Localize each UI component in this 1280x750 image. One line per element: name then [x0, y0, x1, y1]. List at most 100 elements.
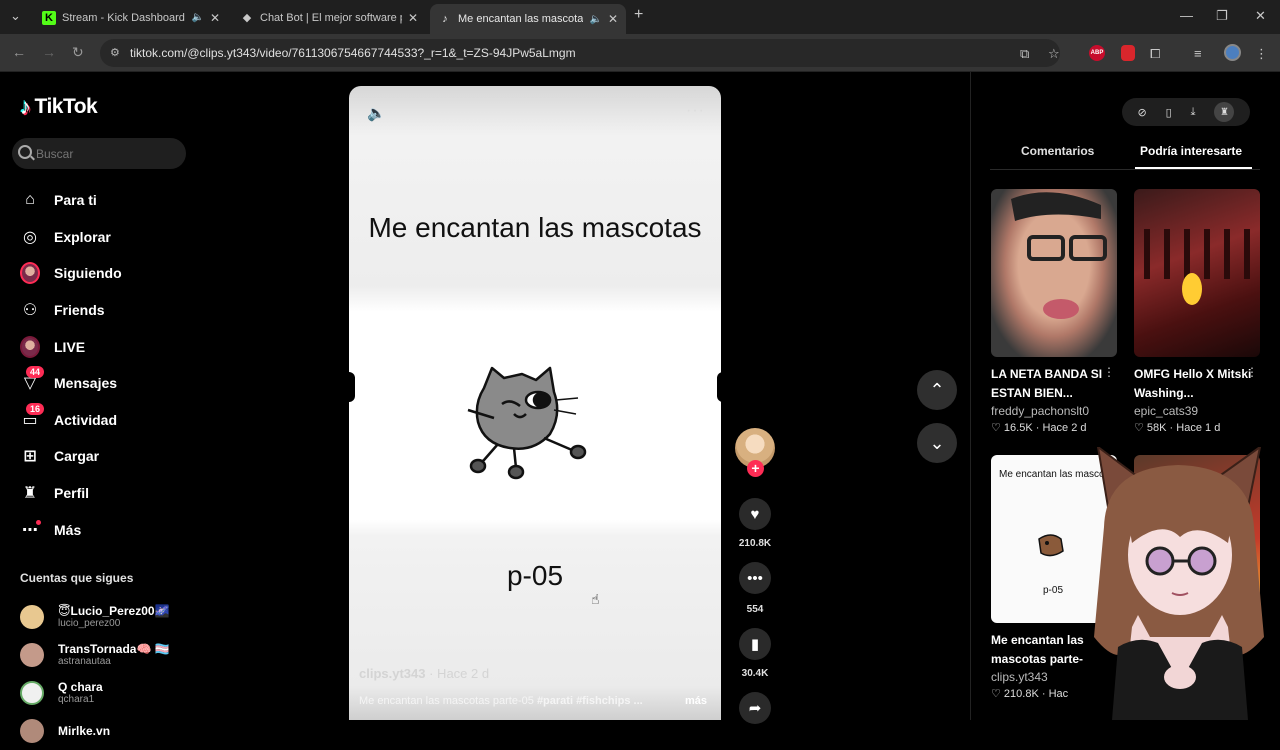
card-likes: 210.8K — [1003, 688, 1039, 700]
upload-icon: ⊞ — [23, 448, 37, 466]
heart-icon: ♥ — [750, 505, 760, 523]
comment-button[interactable]: ••• — [739, 562, 771, 594]
browser-menu-icon[interactable]: ⋮ — [1255, 46, 1268, 62]
browser-tab-kick[interactable]: K Stream - Kick Dashboard 🔈 ✕ — [34, 5, 228, 30]
nav-item-para-ti[interactable]: ⌂ Para ti — [16, 182, 196, 219]
nav-item-actividad[interactable]: ▭ 16 Actividad — [16, 402, 196, 439]
site-info-icon[interactable]: ⚙ — [110, 46, 120, 59]
browser-tab-tiktok[interactable]: ♪ Me encantan las mascotas | 🔈 ✕ — [430, 4, 626, 34]
previous-video-button[interactable]: ⌃ — [917, 370, 957, 410]
description-hashtags[interactable]: #parati #fishchips ... — [537, 695, 643, 707]
speaker-icon[interactable]: 🔈 — [589, 14, 601, 25]
right-toolbar: ⊘ ▯ ⤓ ♜ — [1122, 98, 1250, 126]
following-account[interactable]: 😇Lucio_Perez00🌌 lucio_perez00 — [20, 598, 200, 636]
nav-item-mensajes[interactable]: ▽ 44 Mensajes — [16, 365, 196, 402]
maximize-button[interactable]: ❐ — [1216, 8, 1228, 24]
live-avatar — [20, 335, 40, 358]
comment-count: 554 — [746, 604, 764, 615]
like-button[interactable]: ♥ — [739, 498, 771, 530]
follow-plus-icon[interactable]: + — [747, 460, 764, 477]
media-control-icon[interactable]: ≡ — [1194, 46, 1202, 61]
adblock-extension-icon[interactable]: ABP — [1089, 45, 1105, 61]
search-input[interactable] — [36, 146, 176, 161]
save-button[interactable]: ▮ — [739, 628, 771, 660]
heart-icon: ♡ — [991, 688, 1004, 700]
nav-item-perfil[interactable]: ♜ Perfil — [16, 475, 196, 512]
tab-search-button[interactable]: ⌄ — [10, 8, 21, 24]
bookmark-star-icon[interactable]: ☆ — [1048, 46, 1060, 62]
activity-badge: 16 — [26, 402, 45, 415]
compass-icon: ◎ — [23, 228, 37, 246]
card-more-icon[interactable]: ⋮ — [1246, 365, 1258, 379]
following-account[interactable]: TransTornada🧠 🏳️‍⚧️ astranautaa — [20, 636, 200, 674]
account-avatar — [20, 643, 44, 667]
install-app-icon[interactable]: ⧉ — [1020, 46, 1029, 62]
video-more-options-icon[interactable]: ··· — [686, 102, 705, 120]
chevron-down-icon: ⌄ — [929, 432, 945, 453]
nav-item-explorar[interactable]: ◎ Explorar — [16, 219, 196, 256]
tiktok-logo[interactable]: ♪ TikTok — [20, 94, 98, 120]
coins-icon[interactable]: ⊘ — [1137, 106, 1146, 119]
nav-item-live[interactable]: LIVE — [16, 328, 196, 365]
tab-title: Chat Bot | El mejor software pa — [260, 11, 402, 24]
video-player[interactable]: 🔈 ··· Me encantan las mascotas p-05 clip… — [349, 86, 721, 720]
thumb-code: p-05 — [1043, 585, 1064, 596]
close-tab-icon[interactable]: ✕ — [210, 11, 220, 25]
search-box[interactable] — [12, 138, 186, 169]
following-account[interactable]: Q chara qchara1 — [20, 674, 200, 712]
back-arrow-icon[interactable]: ← — [12, 44, 26, 60]
new-tab-button[interactable]: + — [634, 6, 643, 24]
account-avatar — [20, 719, 44, 743]
speaker-icon[interactable]: 🔈 — [191, 12, 203, 23]
card-likes: 16.5K — [1003, 422, 1033, 434]
nav-item-friends[interactable]: ⚇ Friends — [16, 292, 196, 329]
active-tab-indicator — [1135, 167, 1252, 169]
account-avatar — [20, 605, 44, 629]
volume-icon[interactable]: 🔈 — [367, 104, 386, 122]
video-thumbnail[interactable] — [1134, 189, 1260, 357]
download-icon[interactable]: ⤓ — [1191, 106, 1196, 119]
search-icon — [18, 145, 32, 159]
nav-item-cargar[interactable]: ⊞ Cargar — [16, 438, 196, 475]
forward-arrow-icon[interactable]: → — [42, 44, 56, 60]
device-icon[interactable]: ▯ — [1166, 106, 1172, 119]
tiktok-logo-icon: ♪ — [20, 94, 31, 119]
next-video-button[interactable]: ⌄ — [917, 423, 957, 463]
following-account[interactable]: Mirlke.vn — [20, 712, 200, 750]
card-age: Hace 2 d — [1042, 422, 1087, 434]
friends-icon: ⚇ — [22, 302, 38, 320]
minimize-button[interactable]: — — [1180, 8, 1193, 23]
video-description: Me encantan las mascotas parte-05 #parat… — [359, 695, 689, 707]
glasses-face-thumbnail — [1011, 192, 1107, 319]
close-tab-icon[interactable]: ✕ — [408, 11, 418, 25]
url-text: tiktok.com/@clips.yt343/video/7611306754… — [130, 46, 576, 60]
nav-item-mas[interactable]: ⋯ Más — [16, 511, 196, 548]
share-button[interactable]: ➦ — [739, 692, 771, 724]
user-avatar[interactable]: ♜ — [1214, 102, 1235, 122]
tab-title: Me encantan las mascotas | — [458, 13, 584, 25]
extension-icon[interactable] — [1121, 45, 1135, 61]
nav-item-siguiendo[interactable]: Siguiendo — [16, 255, 196, 292]
notification-dot — [36, 520, 41, 526]
close-tab-icon[interactable]: ✕ — [608, 12, 618, 26]
save-count: 30.4K — [741, 668, 769, 679]
tab-comentarios[interactable]: Comentarios — [1021, 144, 1094, 158]
recommended-video-card[interactable]: OMFG Hello X Mitski Washing... ⋮ epic_ca… — [1134, 189, 1260, 434]
reload-icon[interactable]: ↻ — [72, 44, 84, 61]
recommended-video-card[interactable]: LA NETA BANDA SI ESTAN BIEN... ⋮ freddy_… — [991, 189, 1117, 434]
video-author[interactable]: clips.yt343 · Hace 2 d — [359, 666, 489, 681]
card-username: epic_cats39 — [1134, 404, 1199, 418]
tiktok-page: ♪ TikTok ⌂ Para ti ◎ Explorar Siguiendo … — [0, 72, 1280, 743]
vtuber-avatar-overlay — [1094, 447, 1264, 720]
url-field[interactable]: ⚙ tiktok.com/@clips.yt343/video/76113067… — [100, 39, 1060, 67]
tiktok-favicon-icon: ♪ — [442, 13, 448, 25]
video-thumbnail[interactable] — [991, 189, 1117, 357]
browser-profile-avatar[interactable] — [1224, 44, 1241, 61]
tab-podria-interesarte[interactable]: Podría interesarte — [1140, 144, 1242, 158]
close-window-button[interactable]: ✕ — [1255, 8, 1266, 24]
description-more-link[interactable]: más — [685, 695, 707, 707]
kick-favicon-icon: K — [42, 10, 56, 25]
card-more-icon[interactable]: ⋮ — [1103, 365, 1115, 379]
browser-tab-chatbot[interactable]: ◆ Chat Bot | El mejor software pa ✕ — [232, 5, 426, 30]
extensions-icon[interactable]: ⧠ — [1150, 46, 1160, 62]
